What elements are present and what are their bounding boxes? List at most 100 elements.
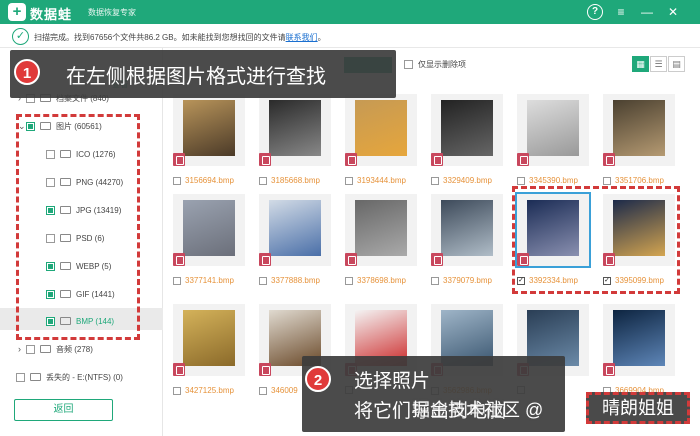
detail-icon: ▤ <box>672 59 681 69</box>
file-name: 3427125.bmp <box>185 386 234 395</box>
deleted-badge-icon <box>173 363 185 376</box>
file-name: 3329409.bmp <box>443 176 492 185</box>
file-name-row[interactable]: 3377141.bmp <box>173 276 263 285</box>
thumbnail-image <box>183 100 235 156</box>
thumbnail-image <box>613 100 665 156</box>
file-thumbnail[interactable] <box>173 194 245 266</box>
file-checkbox[interactable] <box>345 276 353 285</box>
scan-status-text: 扫描完成。找到67656个文件共86.2 GB。如未能找到您想找回的文件请联系我… <box>34 32 326 43</box>
grid-icon: ▦ <box>636 59 645 69</box>
file-checkbox[interactable] <box>603 176 611 185</box>
file-checkbox[interactable] <box>431 176 439 185</box>
thumbnail-image <box>269 100 321 156</box>
file-name-row[interactable]: 3193444.bmp <box>345 176 435 185</box>
file-thumbnail[interactable] <box>603 304 675 376</box>
checkbox[interactable] <box>26 344 35 354</box>
list-icon: ☰ <box>654 59 663 69</box>
file-name-row[interactable]: 3379079.bmp <box>431 276 521 285</box>
highlight-format-list <box>16 114 140 340</box>
thumbnail-image <box>269 200 321 256</box>
list-view-button[interactable]: ☰ <box>650 56 667 72</box>
deleted-badge-icon <box>517 153 529 166</box>
file-thumbnail[interactable] <box>431 94 503 166</box>
back-button[interactable]: 返回 <box>14 399 113 421</box>
callout-2-line-1: 选择照片 <box>354 371 431 392</box>
status-suffix: 。 <box>317 33 326 42</box>
callout-1-text: 在左侧根据图片格式进行查找 <box>66 66 326 88</box>
file-checkbox[interactable] <box>259 176 267 185</box>
file-name-row[interactable]: 3156694.bmp <box>173 176 263 185</box>
minimize-button[interactable]: — <box>639 4 655 20</box>
help-button[interactable]: ? <box>587 4 603 20</box>
file-name: 3379079.bmp <box>443 276 492 285</box>
file-thumbnail[interactable] <box>173 304 245 376</box>
tree-item-audio[interactable]: › 音频 (278) <box>18 339 93 359</box>
thumbnail-image <box>355 200 407 256</box>
file-name-row[interactable]: 3345390.bmp <box>517 176 607 185</box>
detail-view-button[interactable]: ▤ <box>668 56 685 72</box>
file-name: 3156694.bmp <box>185 176 234 185</box>
thumbnail-image <box>183 200 235 256</box>
check-circle-icon: ✓ <box>12 28 29 45</box>
file-name-row[interactable]: 3329409.bmp <box>431 176 521 185</box>
file-name-row[interactable]: 3185668.bmp <box>259 176 349 185</box>
thumbnail-image <box>355 100 407 156</box>
deleted-badge-icon <box>259 253 271 266</box>
file-thumbnail[interactable] <box>603 94 675 166</box>
file-checkbox[interactable] <box>431 276 439 285</box>
folder-icon <box>30 373 41 381</box>
file-checkbox[interactable] <box>173 386 181 395</box>
file-name: 3377888.bmp <box>271 276 320 285</box>
highlight-selected-photos <box>512 186 680 294</box>
step-1-badge: 1 <box>14 59 40 85</box>
file-name: 3185668.bmp <box>271 176 320 185</box>
file-thumbnail[interactable] <box>517 94 589 166</box>
chevron-right-icon[interactable]: › <box>18 344 26 354</box>
file-checkbox[interactable] <box>517 176 525 185</box>
file-checkbox[interactable] <box>259 276 267 285</box>
checkbox[interactable] <box>404 60 413 69</box>
deleted-badge-icon <box>345 253 357 266</box>
tree-item-lost[interactable]: 丢失的 - E:(NTFS) (0) <box>16 367 123 387</box>
grid-view-button[interactable]: ▦ <box>632 56 649 72</box>
checkbox[interactable] <box>16 372 25 382</box>
file-thumbnail[interactable] <box>173 94 245 166</box>
step-2-badge: 2 <box>305 366 331 392</box>
menu-button[interactable]: ≡ <box>613 4 629 20</box>
file-thumbnail[interactable] <box>345 194 417 266</box>
file-name: 346009 <box>271 386 298 395</box>
scan-status-bar: ✓ 扫描完成。找到67656个文件共86.2 GB。如未能找到您想找回的文件请联… <box>0 24 700 48</box>
file-name-row[interactable]: 3427125.bmp <box>173 386 263 395</box>
file-checkbox[interactable] <box>259 386 267 395</box>
deleted-badge-icon <box>431 253 443 266</box>
app-subtitle: 数据恢复专家 <box>88 8 136 17</box>
file-name-row[interactable]: 3378698.bmp <box>345 276 435 285</box>
tree-item-label: 音频 (278) <box>56 344 93 354</box>
app-logo: + <box>8 3 26 21</box>
contact-us-link[interactable]: 联系我们 <box>286 33 318 42</box>
file-checkbox[interactable] <box>173 176 181 185</box>
deleted-badge-icon <box>259 153 271 166</box>
file-name: 3345390.bmp <box>529 176 578 185</box>
thumbnail-image <box>441 100 493 156</box>
file-name-row[interactable]: 3377888.bmp <box>259 276 349 285</box>
file-thumbnail[interactable] <box>345 94 417 166</box>
file-thumbnail[interactable] <box>259 194 331 266</box>
deleted-badge-icon <box>345 153 357 166</box>
status-message: 扫描完成。找到67656个文件共86.2 GB。如未能找到您想找回的文件请 <box>34 33 286 42</box>
file-name-row[interactable]: 3351706.bmp <box>603 176 693 185</box>
app-name: 数据蛙 <box>30 7 73 22</box>
deleted-badge-icon <box>603 363 615 376</box>
callout-step-1: 在左侧根据图片格式进行查找 <box>10 50 396 98</box>
deleted-badge-icon <box>431 153 443 166</box>
file-name: 3377141.bmp <box>185 276 234 285</box>
only-deleted-filter[interactable]: 仅显示删除项 <box>404 59 466 70</box>
file-thumbnail[interactable] <box>431 194 503 266</box>
thumbnail-image <box>527 100 579 156</box>
close-button[interactable]: ✕ <box>665 4 681 20</box>
file-checkbox[interactable] <box>173 276 181 285</box>
file-checkbox[interactable] <box>345 176 353 185</box>
file-thumbnail[interactable] <box>259 94 331 166</box>
file-name: 3193444.bmp <box>357 176 406 185</box>
file-name: 3351706.bmp <box>615 176 664 185</box>
